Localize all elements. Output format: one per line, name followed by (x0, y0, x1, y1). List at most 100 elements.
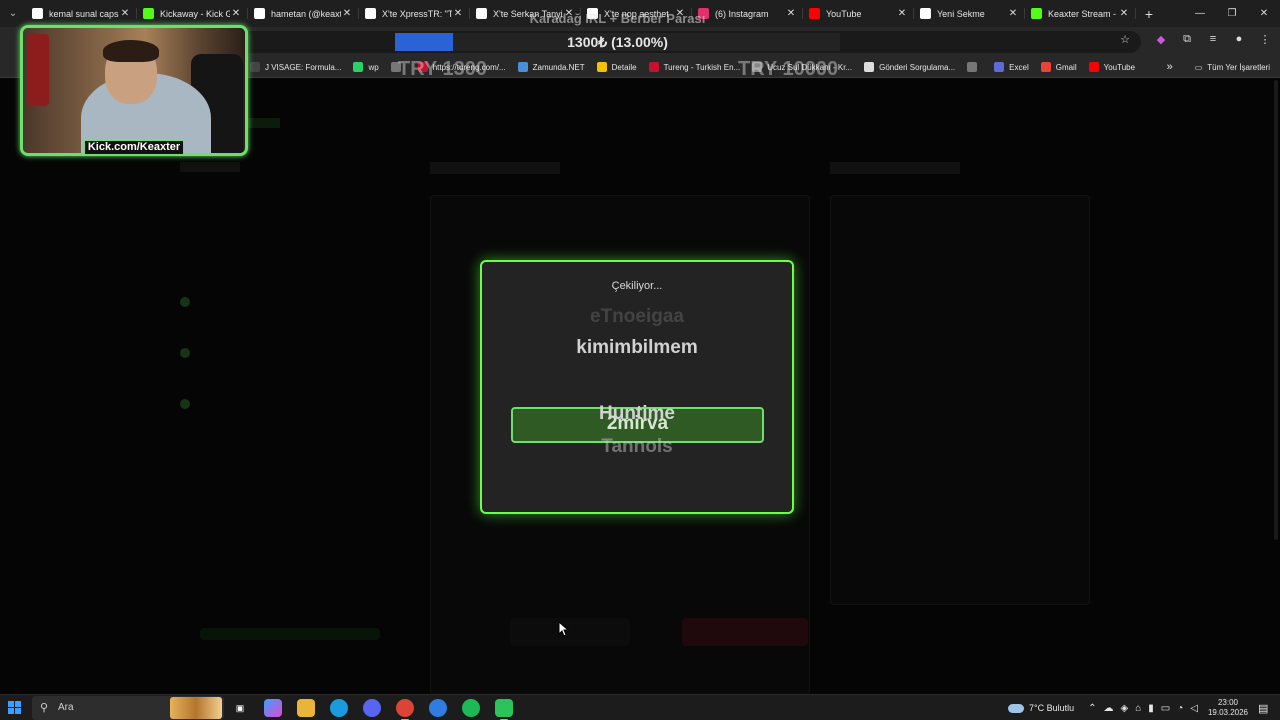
browser-tab[interactable]: Keaxter Stream - I ✕ (1025, 0, 1136, 27)
tab-close-icon[interactable]: ✕ (785, 8, 797, 19)
bookmark-item[interactable]: J VISAGE: Formula... (250, 62, 341, 72)
start-button[interactable] (200, 628, 380, 640)
microphone-icon[interactable]: ▮ (1148, 703, 1154, 714)
tab-title: X'te XpressTR: "Ta (382, 8, 452, 19)
battery-icon[interactable]: ▭ (1161, 703, 1170, 714)
spotify-icon[interactable] (462, 699, 480, 717)
security-icon[interactable]: ◈ (1120, 703, 1128, 714)
search-highlight-image (170, 697, 222, 719)
more-menu-icon[interactable]: ⋮ (1258, 33, 1272, 49)
browser-tab[interactable]: Yeni Sekme ✕ (914, 0, 1025, 27)
tab-close-icon[interactable]: ✕ (119, 8, 131, 19)
bookmark-label: Gmail (1055, 62, 1077, 72)
reel-name: eTnoeigaa (590, 306, 684, 327)
bookmark-favicon-icon (967, 62, 978, 72)
kick-app-icon[interactable] (495, 699, 513, 720)
browser-tab[interactable]: X'te XpressTR: "Ta ✕ (359, 0, 470, 27)
bookmark-favicon-icon (517, 62, 528, 72)
folder-icon: ▭ (1194, 62, 1203, 72)
bookmark-label: wp (368, 62, 379, 72)
cloud-icon (1007, 703, 1024, 713)
bookmark-label: Tureng - Turkish En... (663, 62, 741, 72)
bookmark-item[interactable]: YouTube (1088, 62, 1135, 72)
minimize-icon[interactable]: — (1184, 0, 1216, 27)
bookmark-item[interactable]: Excel (994, 62, 1029, 72)
tab-favicon-icon (809, 8, 820, 19)
tab-title: Keaxter Stream - I (1048, 8, 1118, 19)
tab-favicon-icon (32, 8, 43, 19)
browser-tab[interactable]: kemal sunal caps ✕ (26, 0, 137, 27)
webcam-overlay (20, 25, 248, 156)
all-bookmarks-link[interactable]: Tüm Yer İşaretleri (1207, 63, 1270, 72)
draw-modal: Çekiliyor... eTnoeigaa kimimbilmem 2mirv… (480, 260, 794, 514)
tab-search-chevron-icon[interactable]: ⌄ (0, 0, 26, 27)
tab-close-icon[interactable]: ✕ (341, 8, 353, 19)
system-tray: 7°C Bulutlu ⌃ ☁ ◈ ⌂ ▮ ▭ ◔ ◁ 23:00 19.03.… (1007, 695, 1280, 720)
close-window-icon[interactable]: ✕ (1248, 0, 1280, 27)
extension-icon[interactable]: ◆ (1154, 33, 1168, 49)
clock-date: 19.03.2026 (1207, 708, 1248, 717)
name-reel: eTnoeigaa kimimbilmem 2mirva Huntime Tan… (482, 302, 792, 462)
browser-tab[interactable]: Kickaway - Kick G ✕ (137, 0, 248, 27)
tab-favicon-icon (254, 8, 265, 19)
edge-icon[interactable] (330, 699, 348, 717)
delete-button[interactable] (682, 618, 808, 646)
browser-tab[interactable]: YouTube ✕ (803, 0, 914, 27)
task-view-icon[interactable]: ▣ (231, 699, 249, 717)
chevron-up-icon[interactable]: ⌃ (1088, 703, 1096, 714)
tab-title: YouTube (826, 8, 862, 19)
tab-close-icon[interactable]: ✕ (230, 8, 242, 19)
taskbar-search[interactable]: ⚲ Ara (32, 696, 224, 720)
bookmark-item[interactable]: Tureng - Turkish En... (648, 62, 741, 72)
tab-close-icon[interactable]: ✕ (1007, 8, 1019, 19)
tab-close-icon[interactable]: ✕ (896, 8, 908, 19)
extensions-puzzle-icon[interactable]: ⧉ (1180, 33, 1194, 49)
media-control-icon[interactable]: ≡ (1206, 33, 1220, 49)
bookmark-star-icon[interactable]: ☆ (1118, 33, 1132, 49)
bookmark-item[interactable]: Zamunda.NET (517, 62, 585, 72)
tab-favicon-icon (920, 8, 931, 19)
bookmark-favicon-icon (648, 62, 659, 72)
discord-icon[interactable] (363, 699, 381, 717)
volume-icon[interactable]: ◁ (1190, 703, 1198, 714)
file-explorer-icon[interactable] (297, 699, 315, 717)
bookmark-item[interactable]: wp (353, 62, 379, 72)
tab-favicon-icon (143, 8, 154, 19)
wifi-icon[interactable]: ◔ (1177, 703, 1183, 714)
app-icon[interactable] (429, 699, 447, 717)
participants-heading (430, 162, 560, 174)
bookmark-item[interactable]: Gönderi Sorgulama... (864, 62, 955, 72)
winners-heading (830, 162, 960, 174)
weather-text: 7°C Bulutlu (1028, 703, 1075, 713)
weather-widget[interactable]: 7°C Bulutlu (1007, 703, 1075, 713)
cloud-sync-icon[interactable]: ☁ (1103, 703, 1113, 714)
toggle-indicator[interactable] (180, 348, 190, 358)
tab-close-icon[interactable]: ✕ (1118, 8, 1130, 19)
chrome-icon[interactable] (396, 699, 414, 720)
webcam-person-hair (103, 40, 159, 62)
reel-name: kimimbilmem (576, 337, 698, 358)
bookmark-favicon-icon (1040, 62, 1051, 72)
webcam-label: Kick.com/Keaxter (84, 140, 184, 155)
page-scrollbar[interactable] (1274, 80, 1278, 540)
browser-tab[interactable]: hametan (@keaxt ✕ (248, 0, 359, 27)
windows-start-icon[interactable] (8, 701, 22, 715)
bookmark-item[interactable]: Gmail (1040, 62, 1077, 72)
bookmark-item[interactable] (967, 62, 982, 72)
toggle-indicator[interactable] (180, 399, 190, 409)
tab-favicon-icon (365, 8, 376, 19)
tab-close-icon[interactable]: ✕ (452, 8, 464, 19)
toggle-indicator[interactable] (180, 297, 190, 307)
profile-avatar-icon[interactable]: ● (1232, 33, 1246, 49)
clock[interactable]: 23:00 19.03.2026 (1208, 698, 1248, 718)
restore-icon[interactable]: ❐ (1216, 0, 1248, 27)
notification-icon[interactable]: ▤ (1258, 702, 1272, 715)
copilot-icon[interactable] (264, 699, 282, 717)
cancel-button[interactable] (510, 618, 630, 646)
reel-name: Huntime (599, 403, 675, 424)
network-icon[interactable]: ⌂ (1135, 703, 1141, 714)
new-tab-button[interactable]: + (1136, 6, 1162, 22)
bookmark-item[interactable]: Detaile (596, 62, 637, 72)
goal-current-amount: TRY 1300 (398, 58, 487, 80)
bookmarks-overflow-icon[interactable]: » (1167, 61, 1173, 73)
